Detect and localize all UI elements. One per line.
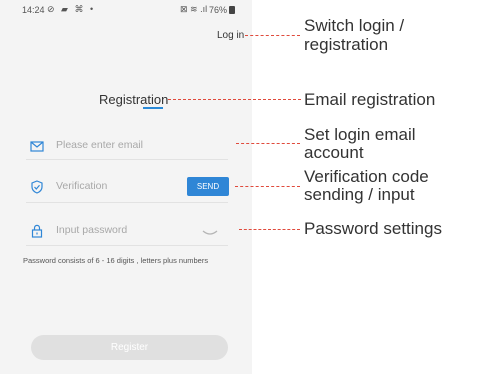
register-button[interactable]: Register xyxy=(31,335,228,360)
leader-line-email-registration xyxy=(168,99,301,100)
annotation-email-registration: Email registration xyxy=(304,90,436,109)
annotation-switch-line2: registration xyxy=(304,35,389,54)
annotation-email-account-line2: account xyxy=(304,143,364,162)
email-divider xyxy=(26,159,228,160)
notification-icons: ⊘ ▰ ⌘ • xyxy=(47,4,96,14)
battery-icon xyxy=(229,6,235,14)
leader-line-verification xyxy=(235,186,300,187)
annotation-email-account-line1: Set login email xyxy=(304,125,416,144)
leader-line-switch xyxy=(245,35,300,36)
phone-screen: 14:24 ⊘ ▰ ⌘ • ⊠ ≋ .ıl 76% Log in Registr… xyxy=(0,0,252,374)
registration-tab[interactable]: Registration xyxy=(99,92,168,107)
email-field[interactable]: Please enter email xyxy=(30,135,230,159)
password-hint: Password consists of 6 - 16 digits , let… xyxy=(23,256,209,265)
annotation-password-settings: Password settings xyxy=(304,219,442,238)
eye-closed-icon[interactable] xyxy=(201,224,219,242)
signal-icons: ⊠ ≋ .ıl xyxy=(180,4,208,14)
status-bar: 14:24 ⊘ ▰ ⌘ • ⊠ ≋ .ıl 76% xyxy=(0,0,252,20)
shield-check-icon xyxy=(30,180,44,194)
password-field[interactable]: Input password xyxy=(30,220,230,244)
annotation-verification-line1: Verification code xyxy=(304,167,429,186)
annotation-verification-line2: sending / input xyxy=(304,185,415,204)
leader-line-email-account xyxy=(236,143,300,144)
status-time: 14:24 xyxy=(22,5,45,15)
annotation-switch-line1: Switch login / xyxy=(304,16,405,35)
password-divider xyxy=(26,245,228,246)
envelope-icon xyxy=(30,139,44,153)
password-input[interactable]: Input password xyxy=(56,224,127,236)
verification-input[interactable]: Verification xyxy=(56,180,107,192)
lock-icon xyxy=(30,224,44,238)
tab-underline xyxy=(143,107,163,109)
email-input[interactable]: Please enter email xyxy=(56,139,143,151)
leader-line-password xyxy=(239,229,300,230)
battery-percent: 76% xyxy=(209,5,228,15)
verification-divider xyxy=(26,202,228,203)
login-link[interactable]: Log in xyxy=(217,30,244,41)
send-code-button[interactable]: SEND xyxy=(187,177,229,196)
